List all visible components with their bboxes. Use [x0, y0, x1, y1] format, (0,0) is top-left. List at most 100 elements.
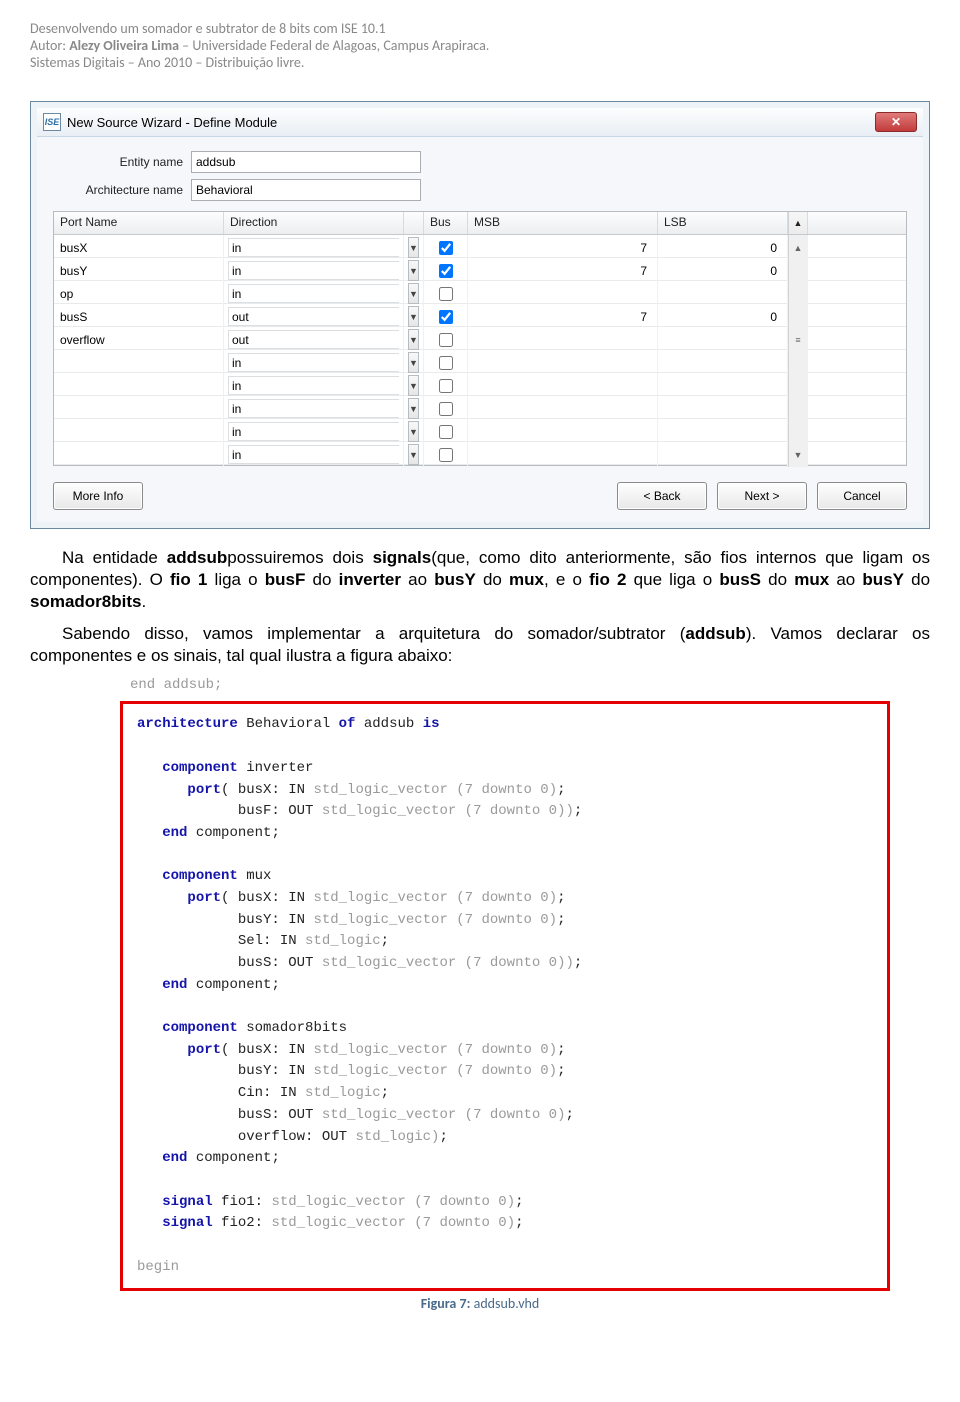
lsb-input[interactable]	[662, 263, 783, 279]
scrollbar-track[interactable]: ▼	[788, 442, 808, 467]
msb-input[interactable]	[472, 355, 653, 371]
text: do	[305, 570, 338, 589]
msb-input[interactable]	[472, 240, 653, 256]
scrollbar-track[interactable]	[788, 281, 808, 306]
scrollbar-track[interactable]	[788, 304, 808, 329]
scrollbar-track[interactable]	[788, 350, 808, 375]
scrollbar-track[interactable]	[788, 373, 808, 398]
lsb-input[interactable]	[662, 355, 783, 371]
port-name-input[interactable]	[58, 332, 219, 348]
bus-checkbox[interactable]	[439, 402, 453, 416]
table-row: ▼	[54, 304, 906, 327]
chevron-down-icon[interactable]: ▼	[408, 260, 419, 281]
lsb-input[interactable]	[662, 332, 783, 348]
lsb-input[interactable]	[662, 286, 783, 302]
id: busS: OUT	[221, 1107, 322, 1123]
direction-select[interactable]	[228, 284, 399, 303]
text: do	[476, 570, 509, 589]
direction-select[interactable]	[228, 307, 399, 326]
scroll-up-icon[interactable]: ▲	[788, 212, 808, 234]
port-name-input[interactable]	[58, 355, 219, 371]
port-name-input[interactable]	[58, 401, 219, 417]
chevron-down-icon[interactable]: ▼	[408, 444, 419, 465]
lsb-input[interactable]	[662, 424, 783, 440]
port-name-input[interactable]	[58, 309, 219, 325]
col-lsb: LSB	[658, 212, 788, 234]
msb-input[interactable]	[472, 286, 653, 302]
lsb-input[interactable]	[662, 378, 783, 394]
cancel-button[interactable]: Cancel	[817, 482, 907, 510]
id: ;	[515, 1194, 523, 1210]
lsb-input[interactable]	[662, 309, 783, 325]
msb-input[interactable]	[472, 424, 653, 440]
chevron-down-icon[interactable]: ▼	[408, 375, 419, 396]
chevron-down-icon[interactable]: ▼	[408, 352, 419, 373]
architecture-name-label: Architecture name	[53, 183, 191, 197]
bold: inverter	[339, 570, 401, 589]
lsb-input[interactable]	[662, 240, 783, 256]
chevron-down-icon[interactable]: ▼	[408, 329, 419, 350]
scrollbar-track[interactable]: ▲	[788, 235, 808, 260]
back-button[interactable]: < Back	[617, 482, 707, 510]
bold: somador8bits	[30, 592, 141, 611]
kw: end	[162, 825, 187, 841]
bus-checkbox[interactable]	[439, 264, 453, 278]
msb-input[interactable]	[472, 447, 653, 463]
msb-input[interactable]	[472, 332, 653, 348]
scrollbar-track[interactable]: ≡	[788, 327, 808, 352]
architecture-name-input[interactable]	[191, 179, 421, 201]
direction-select[interactable]	[228, 422, 399, 441]
port-name-input[interactable]	[58, 447, 219, 463]
chevron-down-icon[interactable]: ▼	[408, 283, 419, 304]
direction-select[interactable]	[228, 399, 399, 418]
lsb-input[interactable]	[662, 447, 783, 463]
bus-checkbox[interactable]	[439, 379, 453, 393]
kw: signal	[162, 1215, 212, 1231]
bus-checkbox[interactable]	[439, 425, 453, 439]
scrollbar-track[interactable]	[788, 419, 808, 444]
bold: mux	[509, 570, 544, 589]
direction-select[interactable]	[228, 445, 399, 464]
table-row: ▼	[54, 281, 906, 304]
direction-select[interactable]	[228, 261, 399, 280]
port-name-input[interactable]	[58, 263, 219, 279]
doc-author-line: Autor: Alezy Oliveira Lima – Universidad…	[30, 37, 930, 54]
direction-select[interactable]	[228, 238, 399, 257]
bus-checkbox[interactable]	[439, 287, 453, 301]
scrollbar-track[interactable]	[788, 396, 808, 421]
close-button[interactable]: ✕	[875, 112, 917, 132]
chevron-down-icon[interactable]: ▼	[408, 398, 419, 419]
direction-select[interactable]	[228, 376, 399, 395]
author-name: Alezy Oliveira Lima	[69, 37, 179, 54]
window-title: New Source Wizard - Define Module	[67, 115, 277, 130]
msb-input[interactable]	[472, 263, 653, 279]
port-name-input[interactable]	[58, 424, 219, 440]
col-direction-arrow	[404, 212, 424, 234]
chevron-down-icon[interactable]: ▼	[408, 421, 419, 442]
port-name-input[interactable]	[58, 378, 219, 394]
type: std_logic_vector (7 downto 0)	[313, 912, 557, 928]
chevron-down-icon[interactable]: ▼	[408, 237, 419, 258]
more-info-button[interactable]: More Info	[53, 482, 143, 510]
bus-checkbox[interactable]	[439, 448, 453, 462]
direction-select[interactable]	[228, 353, 399, 372]
next-button[interactable]: Next >	[717, 482, 807, 510]
bus-checkbox[interactable]	[439, 356, 453, 370]
bus-checkbox[interactable]	[439, 241, 453, 255]
port-name-input[interactable]	[58, 240, 219, 256]
lsb-input[interactable]	[662, 401, 783, 417]
bold: busY	[434, 570, 476, 589]
direction-select[interactable]	[228, 330, 399, 349]
kw: port	[187, 890, 221, 906]
chevron-down-icon[interactable]: ▼	[408, 306, 419, 327]
kw: end	[162, 1150, 187, 1166]
msb-input[interactable]	[472, 401, 653, 417]
msb-input[interactable]	[472, 309, 653, 325]
msb-input[interactable]	[472, 378, 653, 394]
bus-checkbox[interactable]	[439, 310, 453, 324]
port-name-input[interactable]	[58, 286, 219, 302]
entity-name-input[interactable]	[191, 151, 421, 173]
scrollbar-track[interactable]	[788, 258, 808, 283]
kw: of	[339, 716, 356, 732]
bus-checkbox[interactable]	[439, 333, 453, 347]
